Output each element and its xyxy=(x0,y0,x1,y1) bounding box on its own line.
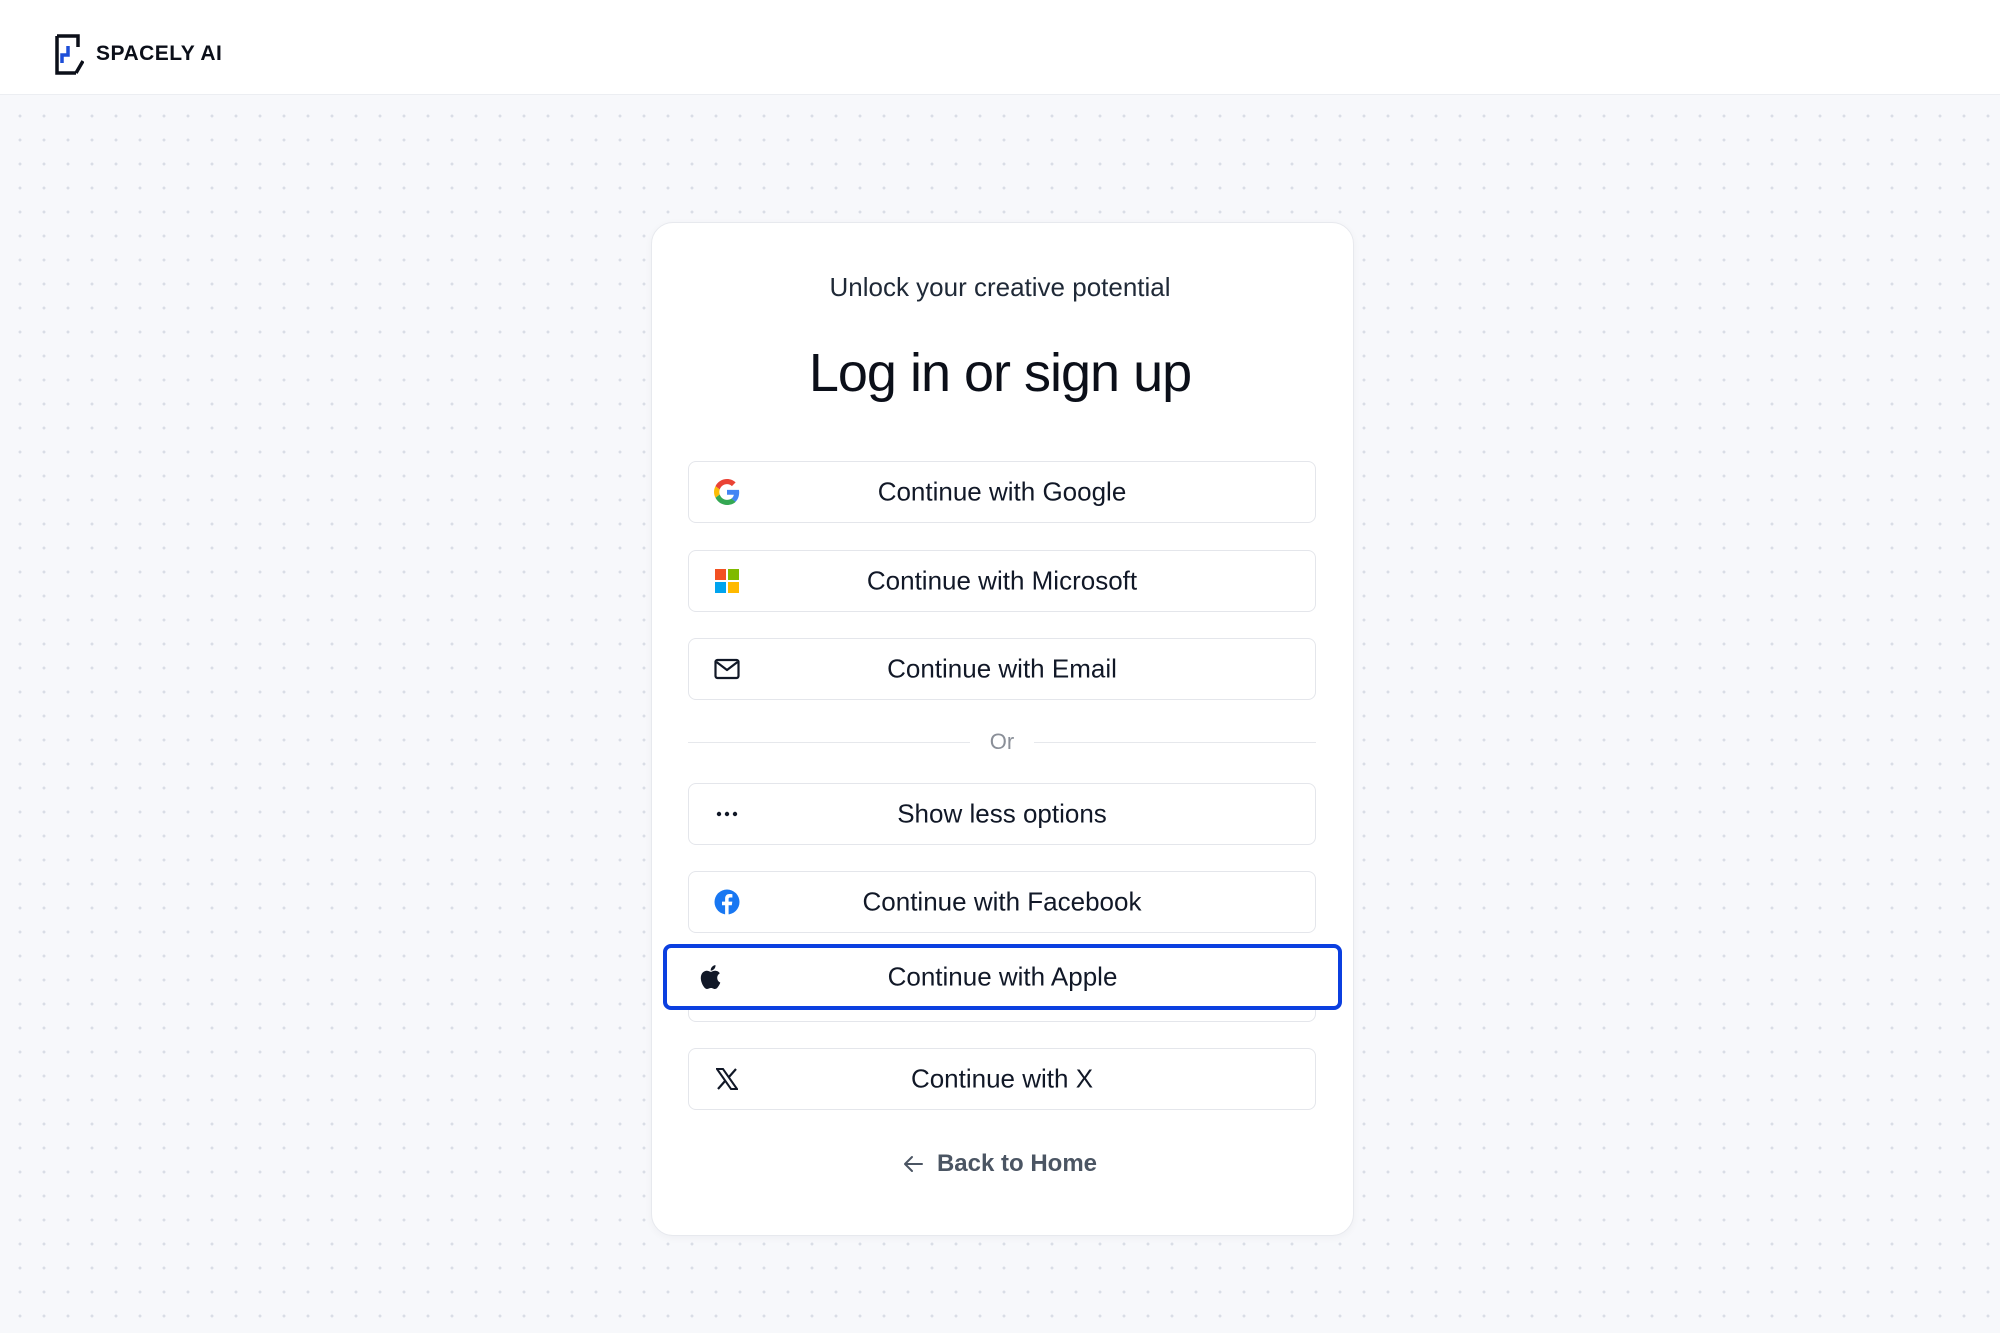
continue-with-microsoft-button[interactable]: Continue with Microsoft xyxy=(688,550,1316,612)
spacely-logo-icon xyxy=(55,34,84,75)
continue-with-apple-button[interactable]: Continue with Apple xyxy=(663,944,1342,1010)
brand-logo[interactable]: SPACELY AI xyxy=(54,33,222,75)
continue-with-email-button[interactable]: Continue with Email xyxy=(688,638,1316,700)
divider-line-right xyxy=(1034,742,1316,743)
continue-with-email-label: Continue with Email xyxy=(887,653,1117,684)
show-less-options-button[interactable]: Show less options xyxy=(688,783,1316,845)
continue-with-x-button[interactable]: Continue with X xyxy=(688,1048,1316,1110)
top-navigation-bar: SPACELY AI xyxy=(0,0,2000,95)
continue-with-x-label: Continue with X xyxy=(910,1063,1094,1094)
continue-with-facebook-button[interactable]: Continue with Facebook xyxy=(688,871,1316,933)
continue-with-facebook-label: Continue with Facebook xyxy=(862,886,1142,917)
continue-with-apple-label: Continue with Apple xyxy=(887,961,1118,992)
continue-with-microsoft-label: Continue with Microsoft xyxy=(866,565,1138,596)
continue-with-google-button[interactable]: Continue with Google xyxy=(688,461,1316,523)
arrow-left-icon xyxy=(903,1155,923,1173)
back-to-home-link[interactable]: Back to Home xyxy=(0,1150,2000,1178)
brand-name: SPACELY AI xyxy=(96,42,223,65)
or-divider: Or xyxy=(688,728,1316,756)
show-less-options-label: Show less options xyxy=(897,798,1107,829)
continue-with-google-label: Continue with Google xyxy=(877,476,1127,507)
card-title: Log in or sign up xyxy=(808,343,1192,403)
back-to-home-label: Back to Home xyxy=(936,1150,1098,1177)
card-subtitle: Unlock your creative potential xyxy=(829,272,1171,302)
